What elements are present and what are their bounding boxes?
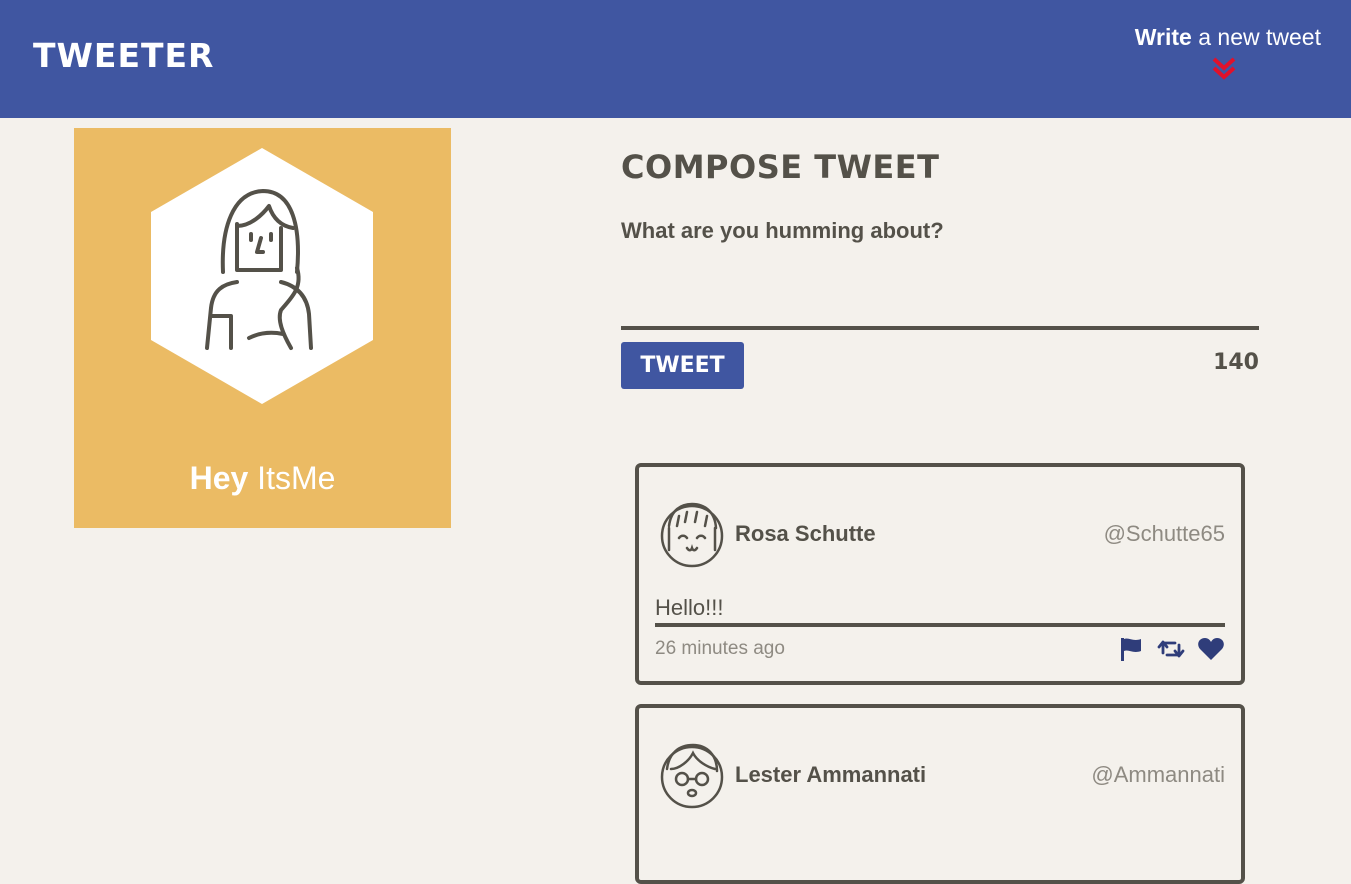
character-counter: 140 [1213,350,1259,375]
double-chevron-down-icon[interactable] [1211,56,1237,82]
tweet-author-name: Rosa Schutte [735,521,876,546]
user-avatar-icon [660,743,724,809]
tweet-author-handle: @Schutte65 [1103,521,1225,546]
retweet-icon[interactable] [1157,635,1185,663]
brand-logo[interactable]: Tweeter [33,36,214,75]
profile-card: Hey ItsMe [74,128,451,528]
flag-icon[interactable] [1117,635,1145,663]
tweet-divider [655,623,1225,627]
tweet-text-input[interactable] [621,218,1259,330]
write-new-tweet-toggle[interactable]: Write a new tweet [1134,24,1321,80]
profile-avatar [151,148,373,404]
tweet-author-handle: @Ammannati [1091,762,1225,787]
tweet-content: Hello!!! [655,595,724,620]
profile-greeting: Hey ItsMe [74,460,451,497]
write-label: Write [1134,24,1192,50]
new-tweet-label: a new tweet [1198,24,1321,50]
heart-icon[interactable] [1197,635,1225,663]
tweet-submit-button[interactable]: Tweet [621,342,744,389]
compose-title: Compose Tweet [621,148,940,186]
tweet-timestamp: 26 minutes ago [655,638,785,659]
tweet-actions [1117,635,1225,663]
tweet-author-name: Lester Ammannati [735,762,927,787]
top-nav: Tweeter Write a new tweet [0,0,1351,118]
profile-username: ItsMe [257,460,336,496]
greeting-strong: Hey [189,460,249,496]
user-avatar-icon [660,502,724,568]
tweet-card: Lester Ammannati @Ammannati [635,704,1245,884]
tweet-card: Rosa Schutte @Schutte65 Hello!!! 26 minu… [635,463,1245,685]
